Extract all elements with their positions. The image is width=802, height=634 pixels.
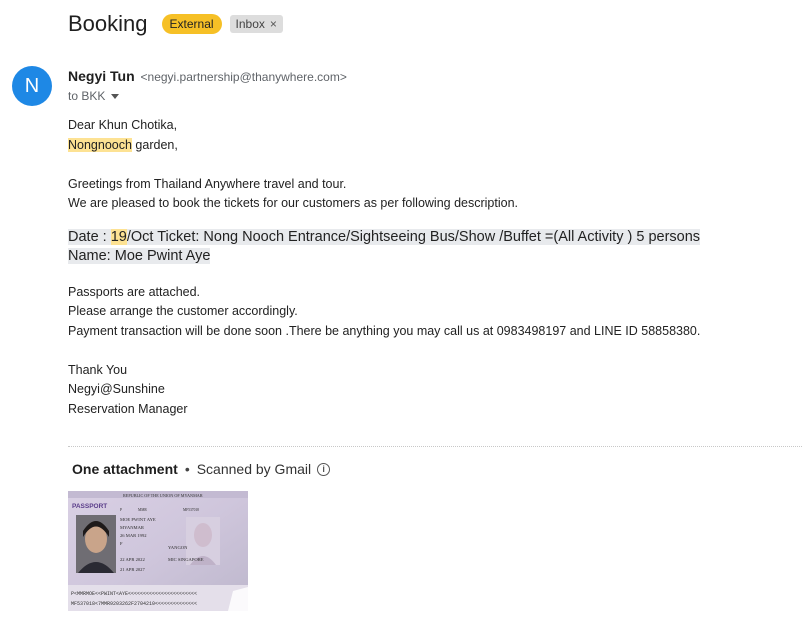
date-prefix: Date : xyxy=(68,228,111,245)
sender-email: <negyi.partnership@thanywhere.com> xyxy=(140,70,347,84)
passport-mrz-2: MF537018<7MMR9203262F2704210<<<<<<<<<<<<… xyxy=(71,601,197,607)
passport-place: YANGON xyxy=(168,545,188,550)
scan-label: Scanned by Gmail xyxy=(196,461,312,477)
passport-mrz-1: P<MMRMOE<<PWINT<AYE<<<<<<<<<<<<<<<<<<<<<… xyxy=(71,591,197,597)
svg-text:MF537018: MF537018 xyxy=(183,508,199,512)
attachment-header: One attachment • Scanned by Gmail i xyxy=(72,461,331,477)
body-line-5: Payment transaction will be done soon .T… xyxy=(68,323,701,338)
passport-dob: 26 MAR 1992 xyxy=(120,533,147,538)
recipient-text: to BKK xyxy=(68,89,106,103)
highlighted-word: Nongnooch xyxy=(68,137,132,152)
inbox-label-text: Inbox xyxy=(235,17,265,31)
garden-rest: garden, xyxy=(131,137,178,152)
signature-name: Negyi@Sunshine xyxy=(68,382,165,396)
date-rest: /Oct Ticket: Nong Nooch Entrance/Sightse… xyxy=(126,228,701,245)
remove-label-icon[interactable]: × xyxy=(270,17,277,31)
attachment-divider xyxy=(68,446,802,447)
name-line: Name: Moe Pwint Aye xyxy=(68,247,700,267)
separator-dot: • xyxy=(184,461,190,477)
passport-attachment-thumbnail[interactable]: REPUBLIC OF THE UNION OF MYANMAR PASSPOR… xyxy=(68,491,248,611)
passport-name: MOE PWINT AYE xyxy=(120,517,156,522)
svg-text:P: P xyxy=(120,508,122,512)
passport-nationality: MYANMAR xyxy=(120,525,145,530)
body-line-2: We are pleased to book the tickets for o… xyxy=(68,196,518,210)
external-label: External xyxy=(161,14,222,34)
passport-expiry: 21 APR 2027 xyxy=(120,567,145,572)
signature-thanks: Thank You xyxy=(68,362,128,377)
passport-header: REPUBLIC OF THE UNION OF MYANMAR xyxy=(123,493,203,498)
name-text: Name: Moe Pwint Aye xyxy=(68,248,211,264)
chevron-down-icon[interactable] xyxy=(111,93,120,99)
passport-title: PASSPORT xyxy=(72,503,107,510)
inbox-label[interactable]: Inbox × xyxy=(229,15,283,33)
info-icon[interactable]: i xyxy=(317,462,331,476)
passport-issue: 22 APR 2022 xyxy=(120,557,145,562)
recipient-row[interactable]: to BKK xyxy=(68,89,120,103)
body-line-4: Please arrange the customer accordingly. xyxy=(68,304,298,318)
body-line-1: Greetings from Thailand Anywhere travel … xyxy=(68,176,347,191)
greeting-line: Dear Khun Chotika, xyxy=(68,118,178,132)
garden-line: Nongnooch garden, xyxy=(68,136,700,156)
subject-row: Booking External Inbox × xyxy=(68,8,283,40)
email-body: Dear Khun Chotika, Nongnooch garden, Gre… xyxy=(68,116,700,419)
date-line: Date : 19/Oct Ticket: Nong Nooch Entranc… xyxy=(68,228,701,248)
sender-avatar[interactable]: N xyxy=(12,66,52,106)
passport-authority: MIC SINGAPORE xyxy=(168,557,204,562)
email-subject: Booking xyxy=(68,11,148,36)
svg-text:MMR: MMR xyxy=(138,508,147,512)
signature-title: Reservation Manager xyxy=(68,401,188,416)
date-day: 19 xyxy=(110,228,127,245)
attachment-count: One attachment xyxy=(72,461,178,477)
sender-info: Negyi Tun <negyi.partnership@thanywhere.… xyxy=(68,68,347,84)
sender-name[interactable]: Negyi Tun xyxy=(68,68,135,84)
passport-sex: F xyxy=(120,541,123,546)
body-line-3: Passports are attached. xyxy=(68,284,201,299)
